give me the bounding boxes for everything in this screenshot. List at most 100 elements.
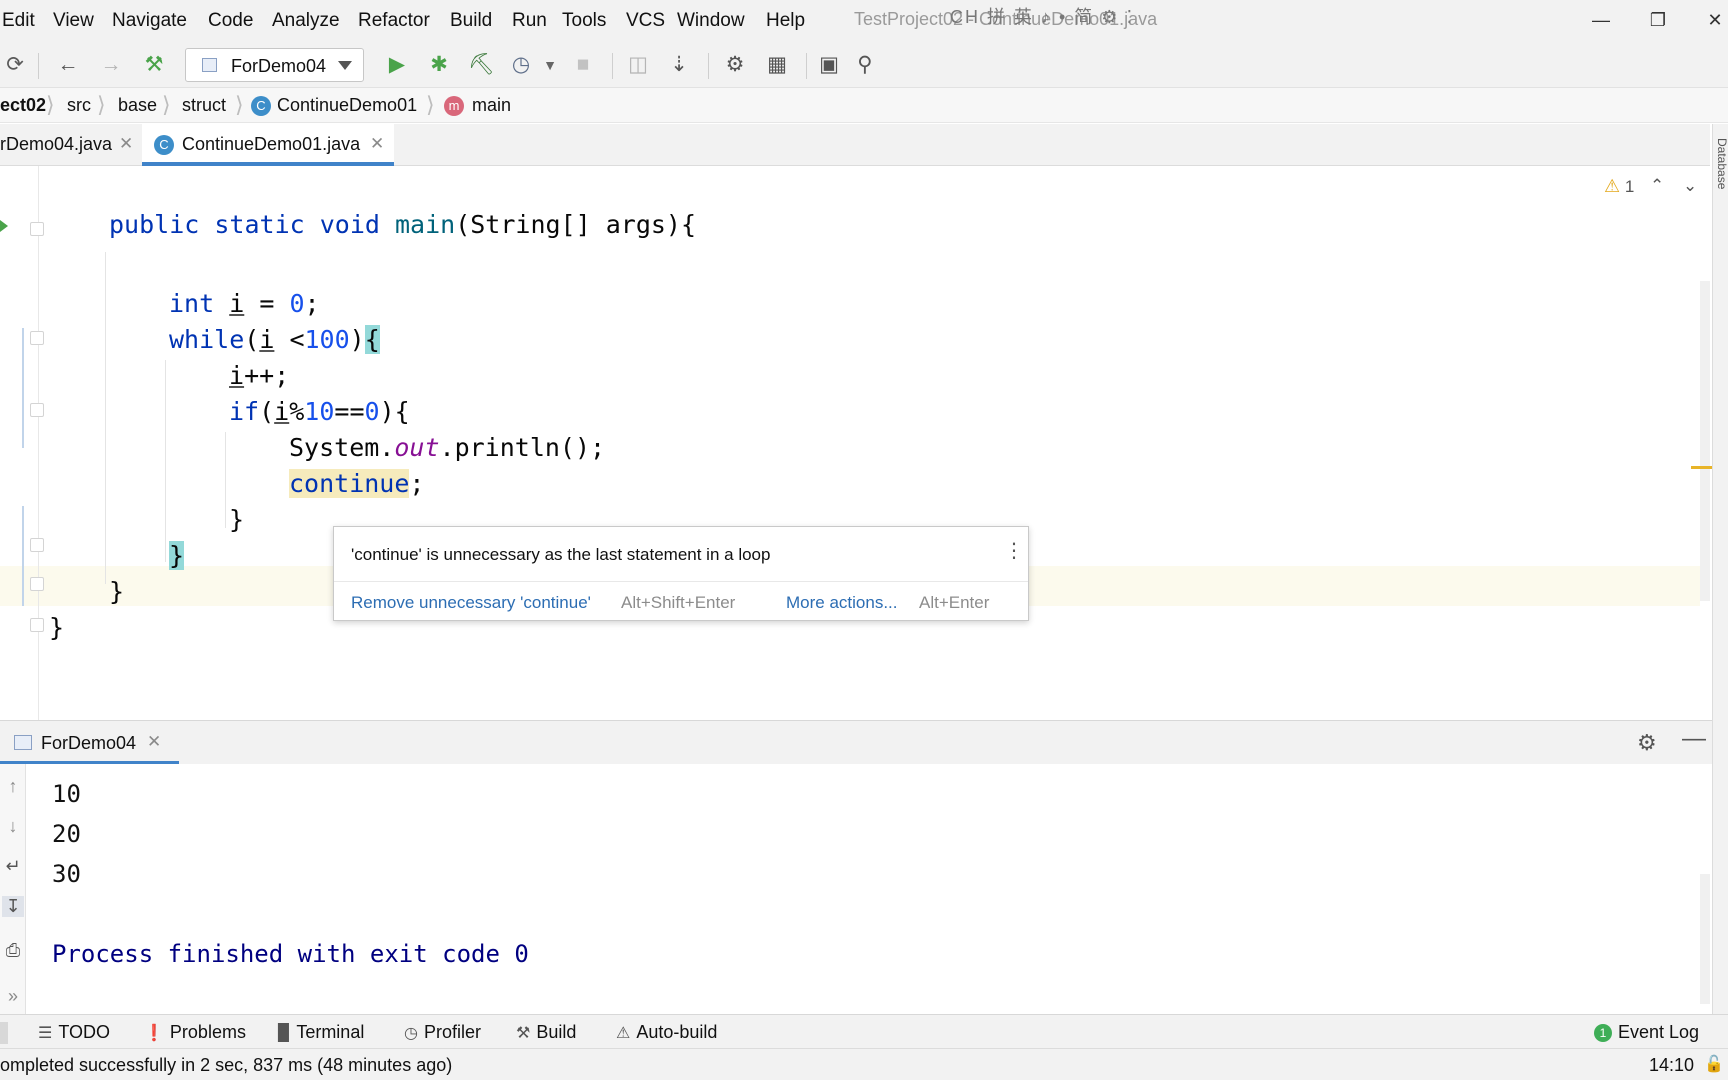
run-configuration-select[interactable]: ForDemo04 [185,48,364,82]
fold-icon[interactable] [30,403,44,417]
sync-icon[interactable]: ⟳ [2,52,28,78]
code-editor[interactable]: public static void main(String[] args){ … [0,166,1712,720]
breadcrumb-class[interactable]: ContinueDemo01 [277,95,417,116]
scroll-to-end-icon[interactable]: ↧ [2,896,24,917]
terminal-icon: ▉ [278,1025,291,1042]
menu-navigate[interactable]: Navigate [112,10,187,32]
tool-label: Profiler [423,1022,481,1042]
build-tool-button[interactable]: ⚒ Build [516,1022,576,1043]
forward-arrow-icon[interactable]: → [98,52,124,78]
code-line: } [229,505,245,534]
minimize-window-button[interactable]: — [1586,6,1616,34]
run-tool-button[interactable] [0,1022,8,1044]
console-side-toolbar: ↑ ↓ ↵ ↧ ⎙ » [0,764,26,1014]
menu-window[interactable]: Window [677,10,745,32]
fold-icon[interactable] [30,618,44,632]
menu-help[interactable]: Help [766,10,805,32]
close-icon[interactable]: ✕ [147,732,161,752]
warning-count: 1 [1624,177,1635,196]
cursor-position[interactable]: 14:10 [1649,1055,1694,1076]
warning-counter[interactable]: ⚠ 1 [1604,176,1634,197]
project-structure-icon[interactable]: ▦ [764,52,790,78]
menu-run[interactable]: Run [512,10,547,32]
fold-icon[interactable] [30,222,44,236]
soft-wrap-icon[interactable]: ↵ [2,856,24,877]
warning-stripe[interactable] [1691,466,1712,469]
menu-edit[interactable]: Edit [2,10,35,32]
tool-window-bar: ☰ TODO ❗ Problems ▉ Terminal ◷ Profiler ⚒ Bui… [0,1014,1728,1048]
toolbar-separator [708,53,709,79]
menu-refactor[interactable]: Refactor [358,10,430,32]
more-tools-icon[interactable]: » [2,986,24,1007]
lock-icon[interactable]: 🔓 [1704,1054,1724,1074]
menu-analyze[interactable]: Analyze [272,10,340,32]
next-highlight-icon[interactable]: ⌄ [1683,176,1697,196]
breadcrumb-src[interactable]: src [67,95,91,116]
coverage-icon[interactable]: ⛏ [468,52,495,78]
toolbar-separator [38,53,39,79]
console-scrollbar[interactable] [1700,874,1710,1004]
menu-view[interactable]: View [53,10,94,32]
back-arrow-icon[interactable]: ← [55,52,81,78]
build-hammer-icon[interactable]: ⚒ [141,52,167,78]
profile-dropdown-icon[interactable]: ▼ [537,52,563,78]
indent-guide [225,432,226,528]
restore-window-button[interactable]: ❐ [1643,6,1673,34]
shortcut-hint: Alt+Shift+Enter [621,593,736,612]
previous-highlight-icon[interactable]: ⌃ [1650,176,1664,196]
status-message[interactable]: ompleted successfully in 2 sec, 837 ms (… [0,1055,452,1076]
code-line: } [169,541,185,570]
run-console[interactable]: ↑ ↓ ↵ ↧ ⎙ » 10 20 30 Process finished wi… [0,764,1712,1014]
breadcrumb-base[interactable]: base [118,95,157,116]
scroll-up-icon[interactable]: ↑ [2,776,24,797]
close-icon[interactable]: ✕ [370,134,384,154]
run-tab-label[interactable]: ForDemo04 [41,733,136,754]
breadcrumb-project[interactable]: ect02 [0,95,46,116]
console-output-line: 10 [52,780,81,808]
fold-icon[interactable] [30,331,44,345]
menu-bar: Edit View Navigate Code Analyze Refactor… [0,0,1728,42]
scroll-down-icon[interactable]: ↓ [2,816,24,837]
tab-fordemo04[interactable]: rDemo04.java ✕ [0,124,141,166]
menu-vcs[interactable]: VCS [626,10,665,32]
debug-icon[interactable]: ✱ [426,52,452,78]
gear-icon[interactable]: ⚙ [1637,730,1657,756]
code-line: continue; [289,469,425,498]
more-actions-link[interactable]: More actions... [786,593,898,613]
breadcrumb-struct[interactable]: struct [182,95,226,116]
more-options-icon[interactable]: ⋮ [1004,541,1024,561]
run-gutter-icon[interactable] [0,220,8,232]
database-panel-label[interactable]: Database [1715,138,1728,189]
editor-scrollbar[interactable] [1700,281,1710,601]
info-icon: ❗ [144,1025,164,1042]
search-icon[interactable]: ⚲ [852,52,878,78]
event-log-button[interactable]: 1 Event Log [1594,1022,1699,1043]
hammer-icon: ⚒ [516,1025,531,1042]
tab-continuedemo01[interactable]: C ContinueDemo01.java ✕ [142,124,394,166]
close-icon[interactable]: ✕ [119,134,133,154]
menu-tools[interactable]: Tools [562,10,606,32]
sdk-download-icon[interactable]: ⇣ [666,52,692,78]
tool-label: TODO [58,1022,111,1042]
indent-guide [165,360,166,562]
device-icon[interactable]: ◫ [625,52,651,78]
auto-build-tool-button[interactable]: ⚠ Auto-build [616,1022,717,1043]
profile-icon[interactable]: ◷ [508,52,534,78]
presentation-icon[interactable]: ▣ [816,52,842,78]
menu-build[interactable]: Build [450,10,492,32]
settings-wrench-icon[interactable]: ⚙ [722,52,748,78]
breadcrumb-method[interactable]: main [472,95,511,116]
print-icon[interactable]: ⎙ [2,940,24,961]
fold-icon[interactable] [30,538,44,552]
profiler-tool-button[interactable]: ◷ Profiler [404,1022,481,1043]
menu-code[interactable]: Code [208,10,253,32]
terminal-tool-button[interactable]: ▉ Terminal [278,1022,364,1043]
run-icon[interactable]: ▶ [384,52,410,78]
close-window-button[interactable]: ✕ [1700,6,1728,34]
problems-tool-button[interactable]: ❗ Problems [144,1022,246,1043]
todo-tool-button[interactable]: ☰ TODO [38,1022,110,1043]
fold-icon[interactable] [30,577,44,591]
stop-icon[interactable]: ■ [570,52,596,78]
minimize-panel-icon[interactable]: — [1682,725,1706,753]
remove-continue-action[interactable]: Remove unnecessary 'continue' [351,593,591,613]
